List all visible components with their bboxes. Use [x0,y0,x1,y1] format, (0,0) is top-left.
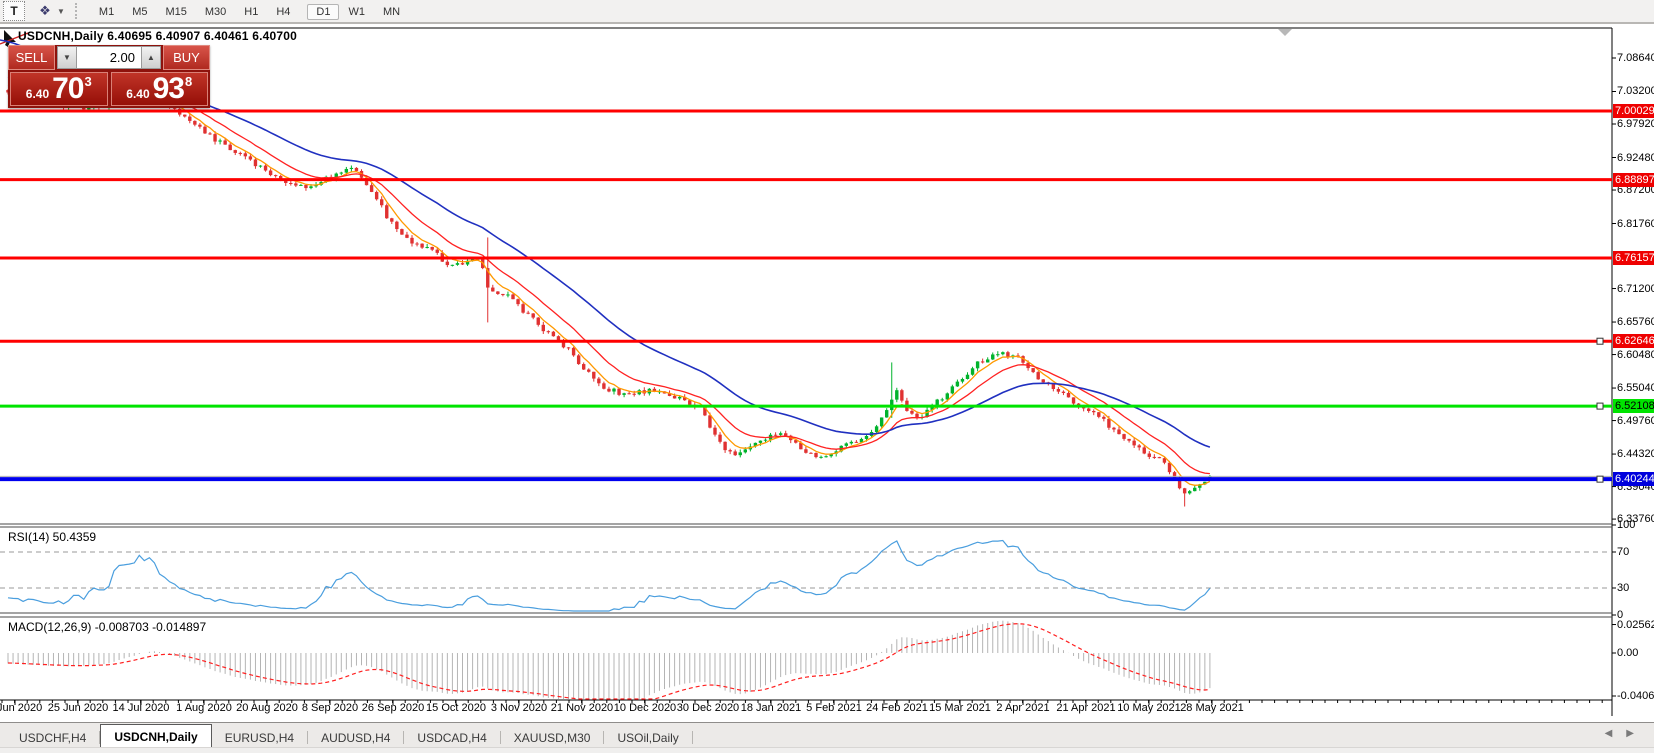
chart-tab-usoil[interactable]: USOil,Daily [604,728,691,748]
timeframe-button-group: M1M5M15M30H1H4 D1W1MN [90,2,409,20]
chart-tab-audusd[interactable]: AUDUSD,H4 [308,728,403,748]
top-toolbar: T ❖ ▼ M1M5M15M30H1H4 D1W1MN [0,0,1654,24]
sell-price-prefix: 6.40 [26,84,49,104]
price-axis-label: 6.71200 [1617,283,1654,295]
chart-tab-usdchf[interactable]: USDCHF,H4 [6,728,99,748]
price-line-label: 7.00029 [1613,104,1654,118]
rsi-line [8,541,1210,612]
text-tool-button[interactable]: T [3,1,25,21]
shapes-icon[interactable]: ❖ [35,2,55,20]
one-click-trading-panel: SELL ▼ 2.00 ▲ BUY 6.40703 6.40938 [8,45,210,108]
macd-axis-label: 0.00 [1617,647,1654,659]
timeframe-button-w1[interactable]: W1 [339,4,374,20]
ma-13 [8,85,1210,473]
macd-axis-label: 0.025623 [1617,619,1654,631]
timeframe-button-m1[interactable]: M1 [90,4,123,20]
mt4-window: { "toolbar": { "text_tool_label": "T", "… [0,0,1654,753]
chart-tab-usdcad[interactable]: USDCAD,H4 [404,728,499,748]
price-axis-label: 6.65760 [1617,316,1654,328]
price-axis-label: 7.08640 [1617,52,1654,64]
ma-5 [8,89,1210,485]
sell-price-big: 70 [52,74,83,104]
sell-price-sup: 3 [85,75,92,88]
timeframe-button-mn[interactable]: MN [374,4,409,20]
chart-canvas[interactable] [0,0,1654,753]
timeframe-button-m15[interactable]: M15 [156,4,195,20]
price-line-label: 6.52108 [1613,399,1654,413]
macd-axis-label: -0.040687 [1617,690,1654,702]
timeframe-button-m30[interactable]: M30 [196,4,235,20]
sell-price-display[interactable]: 6.40703 [10,72,108,106]
chart-tab-eurusd[interactable]: EURUSD,H4 [212,728,307,748]
chart-tab-usdcnh[interactable]: USDCNH,Daily [100,724,211,748]
price-axis-label: 6.55040 [1617,382,1654,394]
line-handle [1597,338,1603,344]
price-line-label: 6.88897 [1613,173,1654,187]
price-axis-label: 6.49760 [1617,415,1654,427]
tab-separator [692,731,693,744]
volume-decrease-button[interactable]: ▼ [57,46,77,69]
line-handle [1597,476,1603,482]
volume-increase-button[interactable]: ▲ [141,46,161,69]
buy-price-prefix: 6.40 [126,84,149,104]
toolbar-grip [75,3,82,19]
buy-price-big: 93 [153,74,184,104]
chart-title: USDCNH,Daily 6.40695 6.40907 6.40461 6.4… [18,29,297,43]
chevron-down-icon[interactable]: ▼ [57,7,65,16]
chart-tab-xauusd[interactable]: XAUUSD,M30 [501,728,604,748]
price-line-label: 6.76157 [1613,251,1654,265]
buy-button[interactable]: BUY [163,45,210,70]
buy-price-sup: 8 [185,75,192,88]
price-axis-label: 6.81760 [1617,218,1654,230]
buy-price-display[interactable]: 6.40938 [111,72,209,106]
rsi-axis-label: 30 [1617,582,1654,594]
macd-label: MACD(12,26,9) -0.008703 -0.014897 [8,620,206,634]
price-axis-label: 7.03200 [1617,85,1654,97]
price-axis-label: 6.60480 [1617,349,1654,361]
timeframe-button-h4[interactable]: H4 [267,4,299,20]
status-bar [0,747,1654,753]
sell-button[interactable]: SELL [8,45,55,70]
price-line-label: 6.40244 [1613,472,1654,486]
rsi-axis-label: 70 [1617,546,1654,558]
timeframe-button-m5[interactable]: M5 [123,4,156,20]
chart-shift-marker [1278,29,1292,36]
price-axis-label: 6.44320 [1617,448,1654,460]
timeframe-button-d1[interactable]: D1 [307,4,339,20]
volume-input[interactable]: 2.00 [77,46,141,69]
timeframe-button-h1[interactable]: H1 [235,4,267,20]
chart-tab-bar: USDCHF,H4USDCNH,DailyEURUSD,H4AUDUSD,H4U… [0,722,1654,748]
rsi-axis-label: 100 [1617,519,1654,531]
tab-scroll-arrows[interactable]: ◀▶ [1605,728,1648,739]
volume-stepper: ▼ 2.00 ▲ [55,45,163,70]
price-axis-label: 6.92480 [1617,152,1654,164]
rsi-label: RSI(14) 50.4359 [8,530,96,544]
price-line-label: 6.62646 [1613,334,1654,348]
line-handle [1597,403,1603,409]
date-axis-label: 28 May 2021 [1167,702,1257,714]
price-axis-label: 6.97920 [1617,118,1654,130]
